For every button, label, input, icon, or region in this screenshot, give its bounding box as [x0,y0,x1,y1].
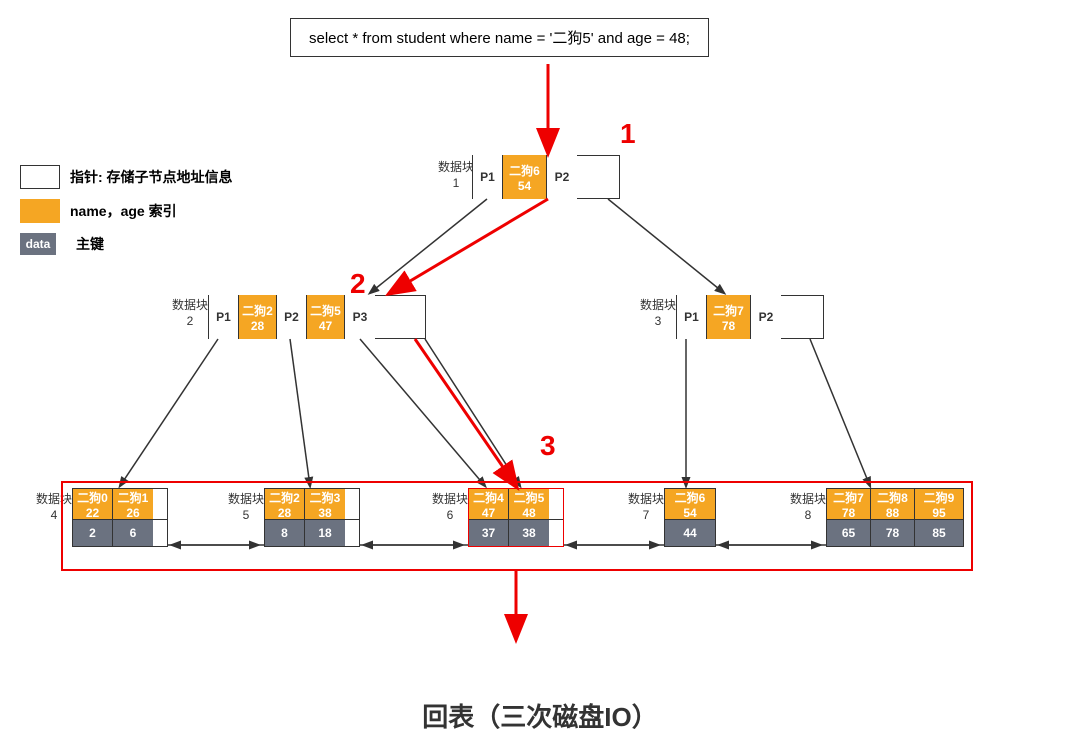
legend-index: name，age 索引 [20,199,233,223]
leaf1-d2: 6 [113,520,153,546]
root-node: P1 二狗6 54 P2 [472,155,620,199]
leaf1-k2: 二狗1 26 [113,489,153,519]
legend-pk-box: data [20,233,56,255]
ml-p3: P3 [345,295,375,339]
sql-box: select * from student where name = '二狗5'… [290,18,709,57]
leaf3-k2: 二狗5 48 [509,489,549,519]
root-block-label: 数据块1 [438,160,474,191]
mr-p1: P1 [677,295,707,339]
leaf4-block: 数据块7 [628,492,664,523]
ml-k1: 二狗2 28 [239,295,277,339]
leaf5-d3: 85 [915,520,963,546]
root-p1: P1 [473,155,503,199]
bottom-text: 回表（三次磁盘IO） [0,697,1080,734]
canvas: select * from student where name = '二狗5'… [0,0,1080,756]
leaf1-block: 数据块4 [36,492,72,523]
legend-pk: data 主键 [20,233,233,255]
leaf3-block: 数据块6 [432,492,468,523]
ml-p1: P1 [209,295,239,339]
legend-pointer: 指针: 存储子节点地址信息 [20,165,233,189]
leaf1-k1: 二狗0 22 [73,489,113,519]
sql-text: select * from student where name = '二狗5'… [309,30,690,47]
legend: 指针: 存储子节点地址信息 name，age 索引 data 主键 [20,165,233,265]
legend-index-box [20,199,60,223]
leaf5-d1: 65 [827,520,871,546]
leaf5-block: 数据块8 [790,492,826,523]
leaf3-d1: 37 [469,520,509,546]
leaf4-node: 二狗6 54 44 [664,488,716,547]
root-p2: P2 [547,155,577,199]
mr-k1: 二狗7 78 [707,295,751,339]
midleft-block-label: 数据块2 [172,298,208,329]
leaf4-k1: 二狗6 54 [665,489,715,519]
leaf2-d1: 8 [265,520,305,546]
leaf3-d2: 38 [509,520,549,546]
leaf5-k2: 二狗8 88 [871,489,915,519]
leaf5-node: 二狗7 78 二狗8 88 二狗9 95 65 78 85 [826,488,964,547]
step1-label: 1 [620,118,636,150]
ml-k2: 二狗5 47 [307,295,345,339]
leaf5-k3: 二狗9 95 [915,489,963,519]
step3-label: 3 [540,430,556,462]
leaf4-d1: 44 [665,520,715,546]
midleft-node: P1 二狗2 28 P2 二狗5 47 P3 [208,295,426,339]
mr-p2: P2 [751,295,781,339]
legend-index-label: name，age 索引 [70,201,177,221]
leaf2-node: 二狗2 28 二狗3 38 8 18 [264,488,360,547]
midright-node: P1 二狗7 78 P2 [676,295,824,339]
legend-pointer-box [20,165,60,189]
arrows-svg [0,0,1080,756]
leaf3-node: 二狗4 47 二狗5 48 37 38 [468,488,564,547]
leaf2-d2: 18 [305,520,345,546]
leaf2-k1: 二狗2 28 [265,489,305,519]
leaf1-node: 二狗0 22 二狗1 26 2 6 [72,488,168,547]
leaf3-k1: 二狗4 47 [469,489,509,519]
leaf5-k1: 二狗7 78 [827,489,871,519]
leaf1-d1: 2 [73,520,113,546]
leaf2-k2: 二狗3 38 [305,489,345,519]
legend-pointer-label: 指针: 存储子节点地址信息 [70,167,233,187]
root-key: 二狗6 54 [503,155,547,199]
leaf5-d2: 78 [871,520,915,546]
legend-pk-label: 主键 [76,234,104,254]
ml-p2: P2 [277,295,307,339]
leaf2-block: 数据块5 [228,492,264,523]
midright-block-label: 数据块3 [640,298,676,329]
